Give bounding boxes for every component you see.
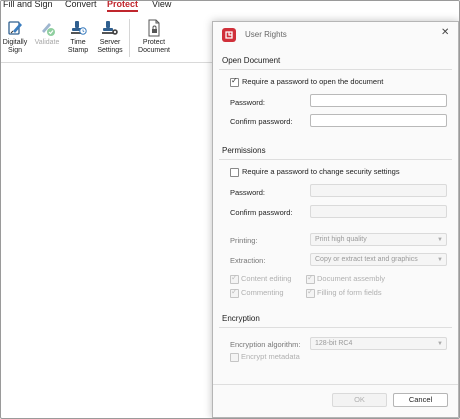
extraction-label: Extraction: (230, 256, 266, 265)
server-settings-label-1: Server (99, 39, 121, 46)
encryption-algorithm-select[interactable]: 128-bit RC4 ▼ (310, 337, 447, 350)
validate-label: Validate (34, 39, 60, 46)
printing-select[interactable]: Print high quality ▼ (310, 233, 447, 246)
checkmark-icon: ✓ (307, 287, 314, 296)
cancel-button[interactable]: Cancel (393, 393, 448, 407)
permissions-password-label: Password: (230, 188, 266, 197)
open-confirm-password-input[interactable] (310, 114, 447, 127)
extraction-select[interactable]: Copy or extract text and graphics ▼ (310, 253, 447, 266)
app-window: Fill and Sign Convert Protect View Digit… (0, 0, 460, 419)
filling-form-fields-checkbox[interactable]: ✓ (306, 287, 315, 298)
app-logo-icon (222, 28, 236, 42)
protect-document-label-1: Protect (142, 39, 166, 46)
digitally-sign-button[interactable]: Digitally Sign (1, 19, 29, 55)
ok-button[interactable]: OK (332, 393, 387, 407)
encrypt-metadata-checkbox[interactable] (230, 353, 239, 362)
document-assembly-checkbox[interactable]: ✓ (306, 273, 315, 284)
tab-fill-and-sign[interactable]: Fill and Sign (3, 1, 53, 9)
require-permissions-password-label: Require a password to change security se… (242, 167, 400, 176)
open-confirm-password-label: Confirm password: (230, 117, 293, 126)
server-settings-icon (102, 21, 118, 35)
time-stamp-label-2: Stamp (67, 47, 89, 54)
time-stamp-icon (71, 21, 87, 35)
printing-value: Print high quality (315, 236, 367, 243)
content-editing-label: Content editing (241, 274, 292, 283)
time-stamp-button[interactable]: Time Stamp (65, 19, 91, 55)
digital-sign-icon (8, 21, 22, 35)
commenting-label: Commenting (241, 288, 284, 297)
chevron-down-icon: ▼ (437, 257, 443, 263)
chevron-down-icon: ▼ (437, 341, 443, 347)
user-rights-dialog: User Rights ✕ Open Document ✓ Require a … (212, 21, 459, 418)
encryption-heading: Encryption (222, 314, 260, 323)
close-icon[interactable]: ✕ (441, 28, 449, 38)
dialog-title-bar: User Rights ✕ (213, 22, 458, 47)
tab-view[interactable]: View (152, 1, 171, 9)
require-open-password-checkbox[interactable]: ✓ (230, 76, 239, 87)
encryption-algorithm-value: 128-bit RC4 (315, 340, 353, 347)
printing-label: Printing: (230, 236, 258, 245)
require-open-password-label: Require a password to open the document (242, 77, 384, 86)
protect-document-icon (148, 19, 160, 37)
open-password-input[interactable] (310, 94, 447, 107)
checkmark-icon: ✓ (231, 287, 238, 296)
dialog-title: User Rights (245, 30, 287, 39)
permissions-confirm-password-label: Confirm password: (230, 208, 293, 217)
permissions-confirm-password-input[interactable] (310, 205, 447, 218)
time-stamp-label-1: Time (70, 39, 86, 46)
commenting-checkbox[interactable]: ✓ (230, 287, 239, 298)
tab-protect[interactable]: Protect (107, 1, 139, 12)
digitally-sign-label-2: Sign (7, 47, 22, 54)
require-permissions-password-checkbox[interactable] (230, 168, 239, 177)
filling-form-fields-label: Filling of form fields (317, 288, 382, 297)
open-document-heading: Open Document (222, 56, 281, 65)
footer-divider (213, 384, 458, 385)
validate-icon (42, 23, 55, 36)
tab-convert[interactable]: Convert (65, 1, 97, 9)
permissions-password-input[interactable] (310, 184, 447, 197)
divider (219, 327, 452, 328)
server-settings-button[interactable]: Server Settings (95, 19, 125, 55)
extraction-value: Copy or extract text and graphics (315, 256, 418, 263)
chevron-down-icon: ▼ (437, 237, 443, 243)
ribbon-separator (129, 19, 130, 57)
encrypt-metadata-label: Encrypt metadata (241, 352, 300, 361)
protect-document-label-2: Document (138, 47, 170, 54)
menu-bar: Fill and Sign Convert Protect View (1, 1, 459, 14)
checkmark-icon: ✓ (231, 76, 238, 85)
checkmark-icon: ✓ (231, 273, 238, 282)
divider (219, 69, 452, 70)
checkmark-icon: ✓ (307, 273, 314, 282)
server-settings-label-2: Settings (97, 47, 123, 54)
digitally-sign-label-1: Digitally (2, 39, 28, 46)
open-password-label: Password: (230, 98, 266, 107)
divider (219, 159, 452, 160)
permissions-heading: Permissions (222, 146, 266, 155)
encryption-algorithm-label: Encryption algorithm: (230, 340, 301, 349)
document-assembly-label: Document assembly (317, 274, 385, 283)
content-editing-checkbox[interactable]: ✓ (230, 273, 239, 284)
validate-button[interactable]: Validate (32, 19, 62, 47)
protect-document-button[interactable]: Protect Document (134, 19, 174, 55)
